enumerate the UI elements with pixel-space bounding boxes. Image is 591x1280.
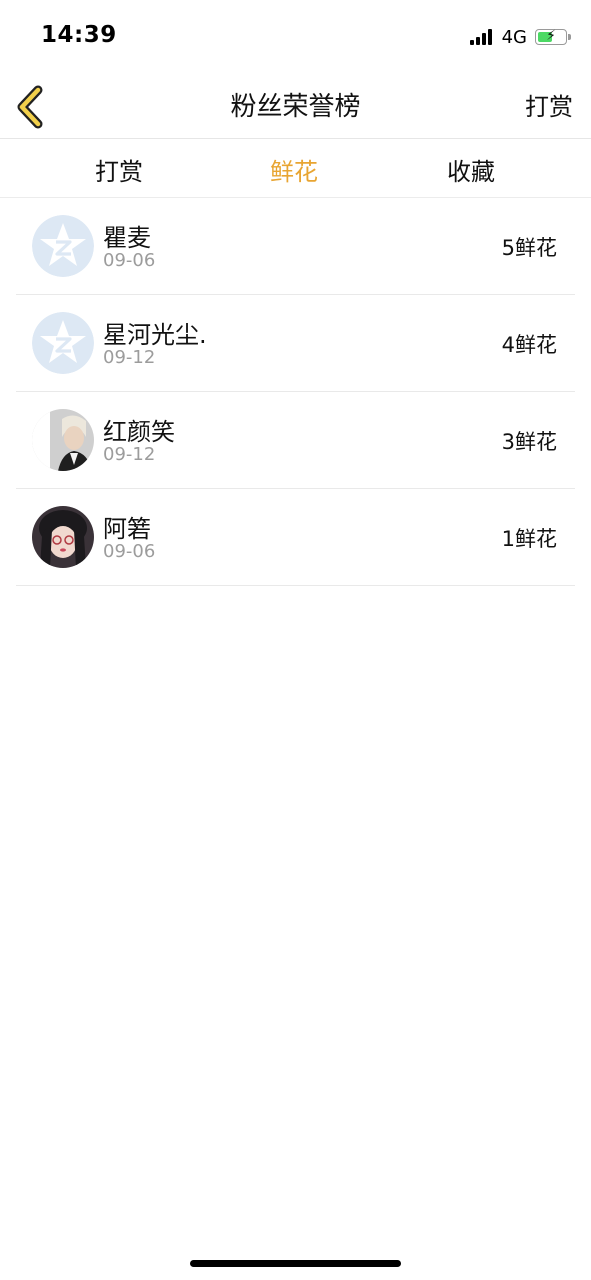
home-indicator[interactable] — [190, 1260, 401, 1267]
fan-name: 星河光尘. — [103, 321, 207, 349]
reward-button[interactable]: 打赏 — [525, 87, 573, 122]
list-item[interactable]: 瞿麦 09-06 5鲜花 — [16, 198, 575, 295]
status-indicators: 4G ⚡ — [469, 25, 571, 49]
tab-bar: 打赏 鲜花 收藏 — [0, 139, 591, 198]
fan-name: 瞿麦 — [103, 224, 151, 252]
user-photo-avatar — [32, 506, 94, 568]
fan-date: 09-06 — [103, 541, 156, 562]
default-avatar-icon — [32, 215, 94, 277]
fan-list: 瞿麦 09-06 5鲜花 星河光尘. 09-12 4鲜花 红颜笑 09-12 3… — [16, 198, 575, 586]
nav-bar: 粉丝荣誉榜 打赏 — [0, 72, 591, 139]
fan-date: 09-06 — [103, 250, 156, 271]
default-avatar-icon — [32, 312, 94, 374]
user-photo-avatar — [32, 409, 94, 471]
flower-count: 1鲜花 — [501, 527, 557, 551]
status-bar: 14:39 4G ⚡ — [0, 0, 591, 72]
signal-icon — [469, 29, 494, 45]
fan-date: 09-12 — [103, 444, 156, 465]
flower-count: 4鲜花 — [501, 333, 557, 357]
tab-reward[interactable]: 打赏 — [59, 152, 179, 187]
flower-count: 5鲜花 — [501, 236, 557, 260]
list-item[interactable]: 星河光尘. 09-12 4鲜花 — [16, 295, 575, 392]
network-label: 4G — [501, 26, 527, 48]
list-item[interactable]: 阿箬 09-06 1鲜花 — [16, 489, 575, 586]
page-title: 粉丝荣誉榜 — [230, 92, 361, 122]
tab-flowers[interactable]: 鲜花 — [234, 152, 354, 187]
fan-name: 红颜笑 — [103, 418, 175, 446]
list-item[interactable]: 红颜笑 09-12 3鲜花 — [16, 392, 575, 489]
fan-name: 阿箬 — [103, 515, 151, 543]
battery-icon: ⚡ — [535, 28, 571, 45]
flower-count: 3鲜花 — [501, 430, 557, 454]
status-time: 14:39 — [41, 22, 117, 48]
fan-date: 09-12 — [103, 347, 156, 368]
tab-favorites[interactable]: 收藏 — [411, 152, 531, 187]
